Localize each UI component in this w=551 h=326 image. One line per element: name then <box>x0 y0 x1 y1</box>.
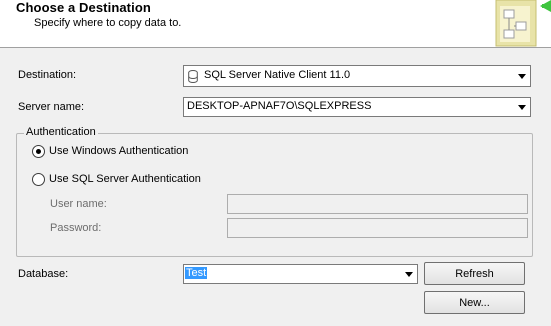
sql-auth-label[interactable]: Use SQL Server Authentication <box>49 173 201 185</box>
authentication-legend: Authentication <box>24 126 98 138</box>
database-value[interactable]: Test <box>185 267 208 279</box>
wizard-header: Choose a Destination Specify where to co… <box>0 0 551 48</box>
windows-auth-radio[interactable] <box>32 145 45 158</box>
server-name-value: DESKTOP-APNAF7O\SQLEXPRESS <box>187 100 372 112</box>
windows-auth-label[interactable]: Use Windows Authentication <box>49 145 188 157</box>
server-name-select[interactable]: DESKTOP-APNAF7O\SQLEXPRESS <box>183 97 531 117</box>
destination-select[interactable]: SQL Server Native Client 11.0 <box>183 65 531 87</box>
database-select[interactable]: Test <box>183 264 418 284</box>
password-field <box>227 218 528 238</box>
new-database-button[interactable]: New... <box>424 291 525 314</box>
chevron-down-icon[interactable] <box>514 66 530 86</box>
refresh-button[interactable]: Refresh <box>424 262 525 285</box>
server-name-label: Server name: <box>18 101 85 113</box>
username-label: User name: <box>50 198 107 210</box>
chevron-down-icon[interactable] <box>401 265 417 283</box>
destination-label: Destination: <box>18 69 77 81</box>
sql-auth-radio[interactable] <box>32 173 45 186</box>
page-title: Choose a Destination <box>16 0 151 15</box>
database-icon <box>188 70 198 83</box>
password-label: Password: <box>50 222 102 234</box>
wizard-banner-icon <box>495 0 551 47</box>
database-label: Database: <box>18 268 69 280</box>
page-subtitle: Specify where to copy data to. <box>34 17 182 29</box>
username-field <box>227 194 528 214</box>
destination-value: SQL Server Native Client 11.0 <box>204 69 351 81</box>
chevron-down-icon[interactable] <box>514 98 530 116</box>
